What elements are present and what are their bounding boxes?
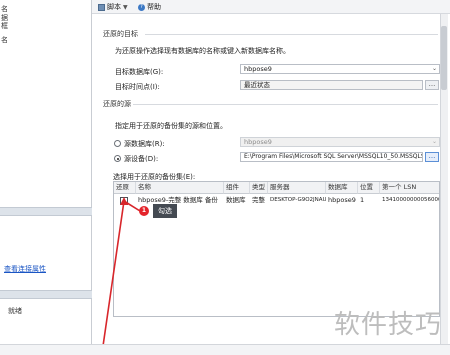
backup-set-first-lsn: 134100000000560002 <box>382 197 440 203</box>
from-database-select[interactable]: hbpose9 ⌄ <box>240 137 440 147</box>
backup-set-position: 1 <box>360 196 365 204</box>
column-header-database[interactable]: 数据库 <box>326 182 358 194</box>
target-time-browse-button[interactable]: ... <box>425 80 439 90</box>
target-db-label: 目标数据库(G): <box>115 68 164 76</box>
annotation-tooltip: 勾选 <box>153 204 177 218</box>
status-ready-text: 就绪 <box>8 307 22 315</box>
section-divider <box>145 34 438 35</box>
backup-set-component: 数据库 <box>226 196 246 204</box>
annotation-arrows <box>101 197 141 354</box>
from-device-label: 源设备(D): <box>124 155 159 163</box>
column-header-first-lsn[interactable]: 第一个 LSN <box>380 182 439 194</box>
chevron-down-icon: ⌄ <box>431 65 437 72</box>
restore-source-description: 指定用于还原的备份集的源和位置。 <box>115 122 227 130</box>
script-button[interactable]: 脚本 ▼ <box>98 2 128 12</box>
vertical-scrollbar-thumb[interactable] <box>441 26 447 90</box>
from-device-path-field[interactable]: E:\Program Files\Microsoft SQL Server\MS… <box>240 152 423 162</box>
target-time-label: 目标时间点(I): <box>115 83 160 91</box>
restore-target-title: 还原的目标 <box>103 30 138 38</box>
column-header-server[interactable]: 服务器 <box>268 182 326 194</box>
left-panel-band <box>0 207 92 216</box>
column-header-component[interactable]: 组件 <box>224 182 250 194</box>
step-badge: 1 <box>139 206 149 216</box>
column-header-type[interactable]: 类型 <box>250 182 268 194</box>
backup-set-server: DESKTOP-G9O2JNAU <box>270 197 326 203</box>
bottom-bar <box>0 344 450 355</box>
target-db-select[interactable]: hbpose9 ⌄ <box>240 64 440 74</box>
from-database-label: 源数据库(R): <box>124 140 165 148</box>
from-database-value: hbpose9 <box>244 138 272 146</box>
section-divider <box>133 104 438 105</box>
watermark: 软件技巧 <box>333 310 442 340</box>
chevron-down-icon: ⌄ <box>431 138 437 145</box>
target-time-field: 最近状态 <box>240 80 423 90</box>
restore-target-description: 为还原操作选择现有数据库的名称或键入新数据库名称。 <box>115 47 290 55</box>
from-device-browse-button[interactable]: ... <box>425 152 439 162</box>
left-panel-line: 名 <box>1 36 8 44</box>
chevron-down-icon: ▼ <box>123 3 128 11</box>
from-device-radio[interactable] <box>114 155 121 162</box>
column-header-position[interactable]: 位置 <box>358 182 380 194</box>
backup-sets-grid: 还原 名称 组件 类型 服务器 数据库 位置 第一个 LSN hbpose9-完… <box>113 181 440 317</box>
target-db-value: hbpose9 <box>244 65 272 73</box>
from-database-radio[interactable] <box>114 140 121 147</box>
left-panel-band <box>0 290 92 299</box>
help-label: 帮助 <box>147 3 161 11</box>
restore-source-title: 还原的源 <box>103 100 131 108</box>
script-icon <box>98 3 105 11</box>
help-icon: ? <box>138 3 145 11</box>
view-connection-properties-link[interactable]: 查看连接属性 <box>4 264 46 274</box>
backup-set-type: 完整 <box>252 196 265 204</box>
help-button[interactable]: ? 帮助 <box>138 2 161 12</box>
backup-set-database: hbpose9 <box>328 196 356 204</box>
left-panel-line: 框 <box>1 22 8 30</box>
annotation-arrowhead <box>120 197 128 205</box>
script-label: 脚本 <box>107 3 121 11</box>
left-panel <box>0 0 92 355</box>
annotation-arrow-line <box>101 200 125 354</box>
